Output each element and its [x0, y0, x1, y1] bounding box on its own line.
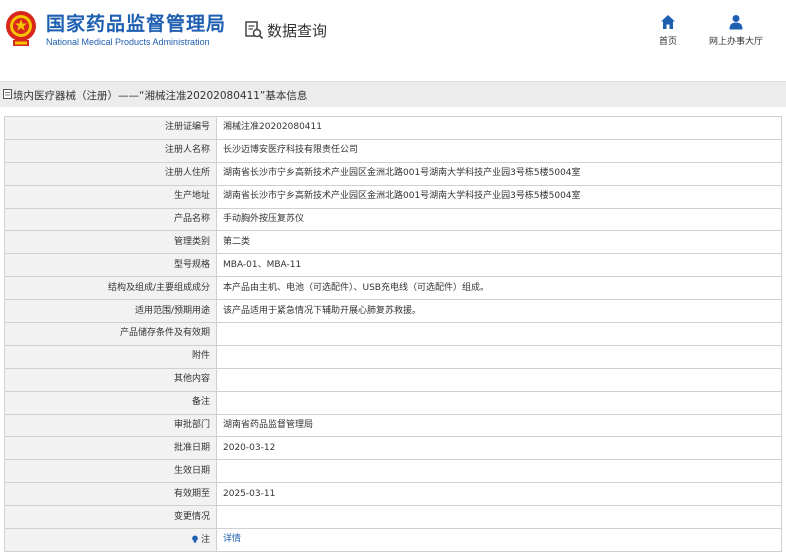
home-icon	[661, 15, 675, 29]
nav-online-service-hall-label: 网上办事大厅	[709, 37, 764, 47]
table-row: 注册人名称 长沙迈博安医疗科技有限责任公司	[4, 138, 782, 163]
field-value: 该产品适用于紧急情况下辅助开展心肺复苏救援。	[216, 299, 782, 324]
field-label: 型号规格	[4, 253, 217, 278]
field-value: 第二类	[216, 230, 782, 255]
field-value: 长沙迈博安医疗科技有限责任公司	[216, 138, 782, 163]
bulb-icon	[192, 535, 198, 543]
table-row: 结构及组成/主要组成成分 本产品由主机、电池（可选配件）、USB充电线（可选配件…	[4, 276, 782, 301]
table-row: 管理类别 第二类	[4, 230, 782, 255]
field-label: 批准日期	[4, 436, 217, 461]
table-row: 注册人住所 湖南省长沙市宁乡高新技术产业园区金洲北路001号湖南大学科技产业园3…	[4, 161, 782, 186]
data-query-label: 数据查询	[267, 21, 328, 40]
national-emblem-icon	[6, 11, 36, 46]
device-info-table: 注册证编号 湘械注准20202080411 注册人名称 长沙迈博安医疗科技有限责…	[4, 116, 782, 552]
field-label: 产品名称	[4, 207, 217, 232]
table-row: 产品储存条件及有效期	[4, 322, 782, 346]
field-label: 生效日期	[4, 459, 217, 484]
details-link[interactable]: 详情	[223, 534, 241, 544]
field-value: 湖南省药品监督管理局	[216, 413, 782, 438]
info-table-body: 注册证编号 湘械注准20202080411 注册人名称 长沙迈博安医疗科技有限责…	[4, 116, 782, 552]
field-label: 注册人名称	[4, 138, 217, 163]
site-name-en: National Medical Products Administration	[46, 37, 210, 47]
nav-home-label: 首页	[659, 37, 678, 47]
note-label: 注	[4, 528, 217, 552]
nav-online-service-hall[interactable]: 网上办事大厅	[709, 14, 763, 47]
table-row: 批准日期 2020-03-12	[4, 436, 782, 461]
field-value: 2025-03-11	[216, 482, 782, 507]
user-icon	[729, 15, 743, 30]
table-row: 型号规格 MBA-01、MBA-11	[4, 253, 782, 278]
site-name[interactable]: 国家药品监督管理局	[46, 9, 226, 36]
field-label: 注册证编号	[4, 116, 217, 140]
table-row: 备注	[4, 390, 782, 415]
note-label-text: 注	[200, 534, 210, 545]
field-value	[216, 505, 782, 530]
breadcrumb: 境内医疗器械（注册）——“湘械注准20202080411”基本信息	[0, 81, 786, 107]
table-row: 审批部门 湖南省药品监督管理局	[4, 413, 782, 438]
site-header: 国家药品监督管理局 National Medical Products Admi…	[0, 0, 786, 80]
field-value	[216, 459, 782, 484]
table-row: 有效期至 2025-03-11	[4, 482, 782, 507]
table-row: 产品名称 手动胸外按压复苏仪	[4, 207, 782, 232]
field-value	[216, 367, 782, 392]
field-label: 管理类别	[4, 230, 217, 255]
field-value: 本产品由主机、电池（可选配件）、USB充电线（可选配件）组成。	[216, 276, 782, 301]
field-label: 审批部门	[4, 413, 217, 438]
table-row: 适用范围/预期用途 该产品适用于紧急情况下辅助开展心肺复苏救援。	[4, 299, 782, 324]
field-label: 结构及组成/主要组成成分	[4, 276, 217, 301]
data-query-title: 数据查询	[244, 19, 327, 41]
table-row: 附件	[4, 344, 782, 369]
table-row: 其他内容	[4, 367, 782, 392]
note-value: 详情	[216, 528, 782, 552]
field-label: 生产地址	[4, 184, 217, 209]
field-label: 变更情况	[4, 505, 217, 530]
field-label: 其他内容	[4, 367, 217, 392]
field-value	[216, 344, 782, 369]
breadcrumb-text: 境内医疗器械（注册）——“湘械注准20202080411”基本信息	[13, 90, 308, 102]
nav-home[interactable]: 首页	[659, 14, 677, 47]
field-value: 湖南省长沙市宁乡高新技术产业园区金洲北路001号湖南大学科技产业园3号栋5楼50…	[216, 161, 782, 186]
field-label: 备注	[4, 390, 217, 415]
table-row: 变更情况	[4, 505, 782, 530]
field-value: 湘械注准20202080411	[216, 116, 782, 140]
field-value: MBA-01、MBA-11	[216, 253, 782, 278]
document-icon	[3, 89, 12, 99]
field-value: 2020-03-12	[216, 436, 782, 461]
field-label: 产品储存条件及有效期	[4, 322, 217, 346]
table-row: 注册证编号 湘械注准20202080411	[4, 116, 782, 140]
field-label: 附件	[4, 344, 217, 369]
field-value: 湖南省长沙市宁乡高新技术产业园区金洲北路001号湖南大学科技产业园3号栋5楼50…	[216, 184, 782, 209]
field-label: 有效期至	[4, 482, 217, 507]
table-row: 生效日期	[4, 459, 782, 484]
field-label: 适用范围/预期用途	[4, 299, 217, 324]
field-value: 手动胸外按压复苏仪	[216, 207, 782, 232]
note-row: 注 详情	[4, 528, 782, 552]
field-label: 注册人住所	[4, 161, 217, 186]
table-row: 生产地址 湖南省长沙市宁乡高新技术产业园区金洲北路001号湖南大学科技产业园3号…	[4, 184, 782, 209]
field-value	[216, 390, 782, 415]
search-document-icon	[245, 21, 264, 40]
field-value	[216, 322, 782, 346]
